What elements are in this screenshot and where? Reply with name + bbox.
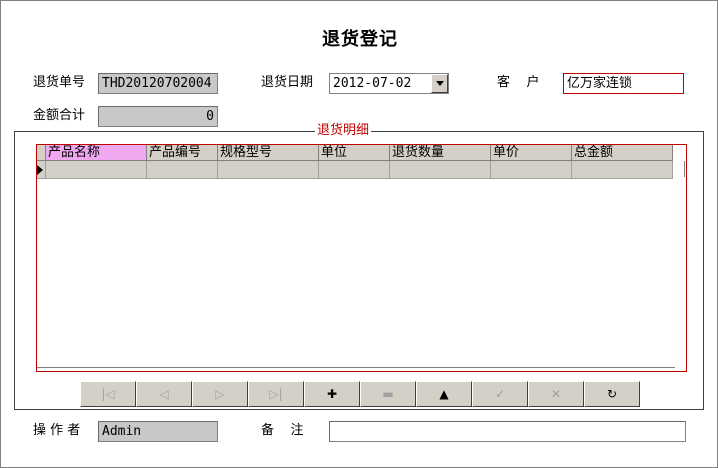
up-arrow-icon: ▲ xyxy=(439,387,449,401)
remark-field[interactable] xyxy=(329,421,686,442)
cell-unit-price[interactable] xyxy=(491,161,572,179)
next-icon: ▷ xyxy=(215,387,225,401)
delete-record-button[interactable]: ▬ xyxy=(360,381,416,407)
grid-header: 产品名称 产品编号 规格型号 单位 退货数量 单价 总金额 xyxy=(37,145,673,161)
refresh-icon: ↻ xyxy=(606,387,618,401)
row-pointer-icon xyxy=(37,164,43,175)
return-no-label: 退货单号 xyxy=(33,75,86,90)
cancel-record-button[interactable]: ✕ xyxy=(528,381,584,407)
column-header-spec[interactable]: 规格型号 xyxy=(218,145,319,161)
customer-label: 客 户 xyxy=(497,75,540,90)
cell-unit[interactable] xyxy=(319,161,390,179)
chevron-down-icon xyxy=(435,81,444,86)
check-icon: ✓ xyxy=(494,387,506,401)
return-no-field[interactable]: THD20120702004 xyxy=(98,73,218,94)
remark-label: 备 注 xyxy=(261,423,304,438)
operator-label: 操 作 者 xyxy=(33,423,81,438)
insert-record-button[interactable]: ✚ xyxy=(304,381,360,407)
last-record-button[interactable]: ▷| xyxy=(248,381,304,407)
column-header-total-amount[interactable]: 总金额 xyxy=(572,145,673,161)
column-header-product-code[interactable]: 产品编号 xyxy=(147,145,218,161)
prior-icon: ◁ xyxy=(159,387,169,401)
operator-field[interactable]: Admin xyxy=(98,421,218,442)
details-group-label: 退货明细 xyxy=(315,123,372,139)
cell-return-qty[interactable] xyxy=(390,161,491,179)
customer-field[interactable]: 亿万家连锁 xyxy=(563,73,684,94)
return-registration-window: 退货登记 退货单号 THD20120702004 退货日期 2012-07-02… xyxy=(0,0,718,468)
column-header-unit-price[interactable]: 单价 xyxy=(491,145,572,161)
cell-product-code[interactable] xyxy=(147,161,218,179)
cancel-icon: ✕ xyxy=(550,387,562,401)
minus-icon: ▬ xyxy=(382,387,394,401)
grid-bottom-line xyxy=(37,367,675,368)
post-record-button[interactable]: ✓ xyxy=(472,381,528,407)
next-record-button[interactable]: ▷ xyxy=(192,381,248,407)
table-row[interactable] xyxy=(37,161,673,179)
edit-record-button[interactable]: ▲ xyxy=(416,381,472,407)
first-icon: |◁ xyxy=(101,387,115,401)
db-navigator: |◁ ◁ ▷ ▷| ✚ ▬ ▲ ✓ ✕ ↻ xyxy=(80,381,640,407)
grid-scroll-edge xyxy=(684,161,685,177)
current-row-indicator xyxy=(37,161,46,179)
total-amount-field[interactable]: 0 xyxy=(98,106,218,127)
cell-product-name[interactable] xyxy=(46,161,147,179)
column-header-unit[interactable]: 单位 xyxy=(319,145,390,161)
prior-record-button[interactable]: ◁ xyxy=(136,381,192,407)
return-date-value[interactable]: 2012-07-02 xyxy=(330,74,431,93)
return-date-label: 退货日期 xyxy=(261,75,314,90)
total-amount-label: 金额合计 xyxy=(33,108,86,123)
grid-corner xyxy=(37,145,46,161)
dropdown-button[interactable] xyxy=(431,74,448,93)
return-date-picker[interactable]: 2012-07-02 xyxy=(329,73,449,94)
last-icon: ▷| xyxy=(269,387,283,401)
first-record-button[interactable]: |◁ xyxy=(80,381,136,407)
cell-total-amount[interactable] xyxy=(572,161,673,179)
cell-spec[interactable] xyxy=(218,161,319,179)
details-grid[interactable]: 产品名称 产品编号 规格型号 单位 退货数量 单价 总金额 xyxy=(37,145,685,369)
page-title: 退货登记 xyxy=(322,29,398,50)
column-header-return-qty[interactable]: 退货数量 xyxy=(390,145,491,161)
column-header-product-name[interactable]: 产品名称 xyxy=(46,145,147,161)
plus-icon: ✚ xyxy=(326,387,338,401)
refresh-record-button[interactable]: ↻ xyxy=(584,381,640,407)
